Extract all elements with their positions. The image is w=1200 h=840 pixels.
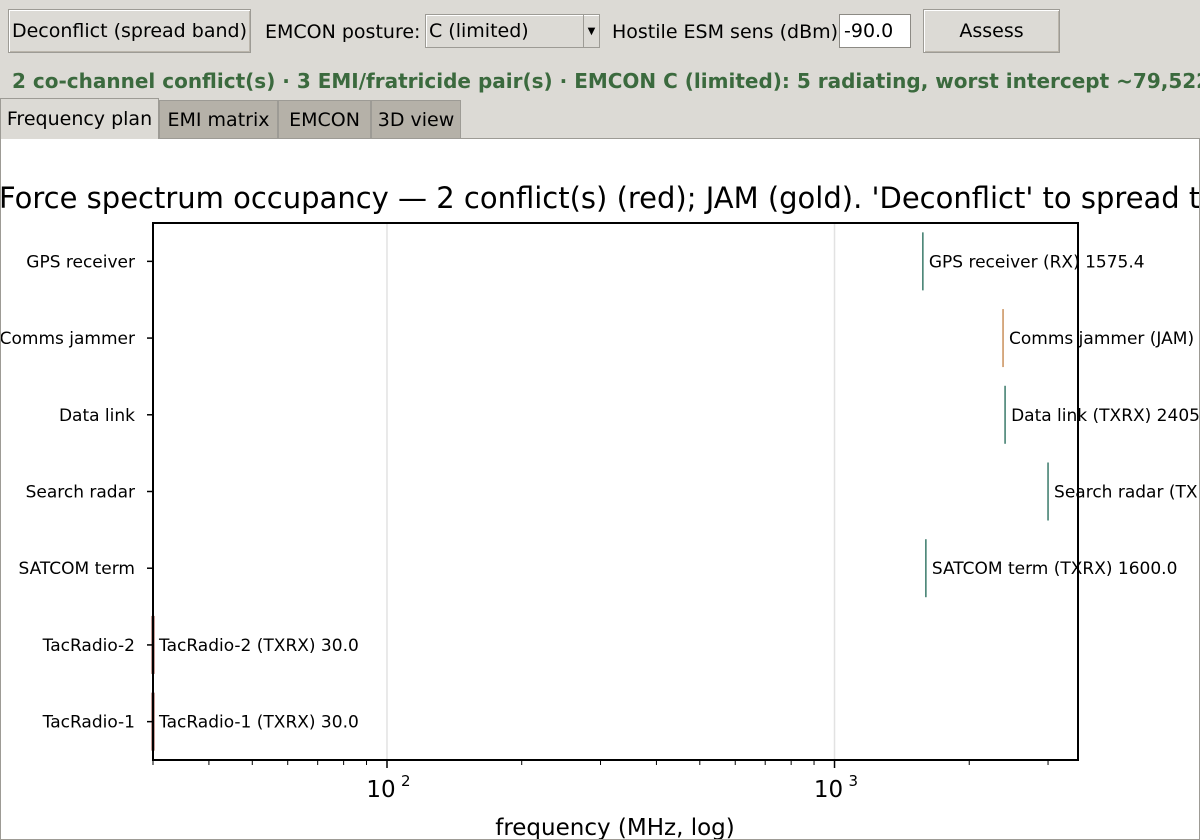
plot-frame xyxy=(152,222,1079,761)
frequency-bar xyxy=(922,232,924,291)
emcon-posture-select[interactable]: C (limited) ▼ xyxy=(425,14,600,48)
grid-lines xyxy=(386,223,836,760)
tab-emi-matrix[interactable]: EMI matrix xyxy=(159,100,278,138)
bar-label: Comms jammer (JAM) 2 xyxy=(1009,329,1199,349)
tab-3d-view[interactable]: 3D view xyxy=(371,100,461,138)
frequency-plan-panel: Force spectrum occupancy — 2 conflict(s)… xyxy=(0,138,1200,840)
chevron-down-icon[interactable]: ▼ xyxy=(583,15,599,47)
x-axis: 10 2 10 3 xyxy=(152,760,1049,803)
x-axis-label: frequency (MHz, log) xyxy=(495,815,735,839)
bar-label: Data link (TXRX) 2405.0 xyxy=(1011,406,1199,426)
bar-label: TacRadio-1 (TXRX) 30.0 xyxy=(158,713,359,733)
status-summary: 2 co-channel conflict(s) · 3 EMI/fratric… xyxy=(12,69,1200,93)
frequency-bar xyxy=(1004,385,1006,444)
toolbar: Deconflict (spread band) EMCON posture: … xyxy=(0,0,1200,62)
y-tick-label: GPS receiver xyxy=(26,252,135,272)
y-tick-label: SATCOM term xyxy=(18,559,135,579)
frequency-bar xyxy=(1002,309,1004,368)
x-tick-exponent: 2 xyxy=(401,772,411,790)
x-tick-exponent: 3 xyxy=(849,772,859,790)
assess-button[interactable]: Assess xyxy=(923,9,1060,53)
y-tick-label: Search radar xyxy=(26,483,135,503)
spectrum-chart: Force spectrum occupancy — 2 conflict(s)… xyxy=(1,181,1199,839)
tab-emcon[interactable]: EMCON xyxy=(278,100,371,138)
bar-label: SATCOM term (TXRX) 1600.0 xyxy=(932,559,1178,579)
emcon-posture-value: C (limited) xyxy=(429,20,529,42)
y-tick-label: Data link xyxy=(59,406,135,426)
chart-title: Force spectrum occupancy — 2 conflict(s)… xyxy=(1,181,1199,215)
emcon-posture-label: EMCON posture: xyxy=(265,21,421,43)
frequency-bar xyxy=(1047,462,1049,521)
bars-layer xyxy=(151,232,1049,751)
deconflict-button[interactable]: Deconflict (spread band) xyxy=(8,9,251,53)
bar-label: Search radar (TXRX) xyxy=(1054,483,1199,503)
y-tick-label: TacRadio-1 xyxy=(42,713,135,733)
bar-labels: TacRadio-1 (TXRX) 30.0 TacRadio-2 (TXRX) … xyxy=(158,252,1199,732)
frequency-bar xyxy=(925,539,927,598)
y-axis: TacRadio-1 TacRadio-2 SATCOM term Search ra… xyxy=(1,252,153,733)
bar-label: GPS receiver (RX) 1575.4 xyxy=(929,252,1145,272)
x-tick-label: 10 xyxy=(814,777,843,803)
bar-label: TacRadio-2 (TXRX) 30.0 xyxy=(158,636,359,656)
tab-frequency-plan[interactable]: Frequency plan xyxy=(0,98,159,139)
esm-sensitivity-label: Hostile ESM sens (dBm): xyxy=(612,21,845,43)
y-tick-label: Comms jammer xyxy=(1,329,135,349)
esm-sensitivity-input[interactable] xyxy=(839,14,911,48)
y-tick-label: TacRadio-2 xyxy=(42,636,135,656)
x-tick-label: 10 xyxy=(366,777,395,803)
